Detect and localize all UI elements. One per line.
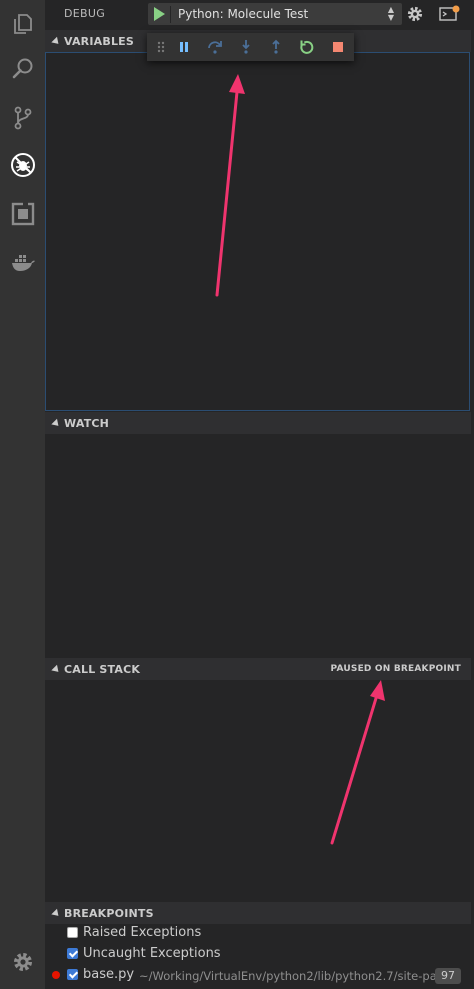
raised-exceptions-checkbox[interactable] xyxy=(67,927,78,938)
debug-title: DEBUG xyxy=(64,7,106,20)
pause-button[interactable] xyxy=(174,37,194,57)
pause-icon xyxy=(180,42,188,52)
files-icon xyxy=(13,14,32,34)
step-out-icon xyxy=(272,39,280,54)
docker-button[interactable] xyxy=(0,239,45,287)
uncaught-exceptions-checkbox[interactable] xyxy=(67,948,78,959)
launch-configuration-select[interactable]: Python: Molecule Test ▲ ▼ xyxy=(148,3,402,25)
breakpoints-title: BREAKPOINTS xyxy=(64,907,154,920)
breakpoints-section-header[interactable]: BREAKPOINTS xyxy=(45,902,471,924)
collapse-chevron-icon xyxy=(51,664,62,675)
breakpoint-file: base.py xyxy=(83,967,135,982)
watch-title: WATCH xyxy=(64,417,110,430)
collapse-chevron-icon xyxy=(51,36,62,47)
step-over-button[interactable] xyxy=(205,37,225,57)
launch-configuration-name: Python: Molecule Test xyxy=(178,7,309,21)
step-out-button[interactable] xyxy=(266,37,286,57)
debug-icon xyxy=(10,153,35,177)
manage-button[interactable] xyxy=(0,938,45,986)
breakpoint-row[interactable]: Uncaught Exceptions xyxy=(45,945,471,966)
step-into-button[interactable] xyxy=(236,37,256,57)
source-control-button[interactable] xyxy=(0,94,45,142)
collapse-chevron-icon xyxy=(51,418,62,429)
select-arrows-icon: ▲ ▼ xyxy=(387,5,394,22)
restart-icon xyxy=(300,40,314,54)
stop-icon xyxy=(333,42,343,52)
call-stack-section-header[interactable]: CALL STACK PAUSED ON BREAKPOINT xyxy=(45,658,471,680)
extensions-icon xyxy=(11,202,34,226)
step-into-icon xyxy=(242,40,250,54)
debug-toolbar xyxy=(147,33,354,61)
breakpoint-label: Raised Exceptions xyxy=(83,925,202,940)
breakpoint-dot-icon xyxy=(52,971,60,979)
gear-icon xyxy=(13,953,32,971)
explorer-button[interactable] xyxy=(0,0,45,48)
step-over-icon xyxy=(208,41,222,54)
search-button[interactable] xyxy=(0,45,45,93)
collapse-chevron-icon xyxy=(51,908,62,919)
base-py-breakpoint-checkbox[interactable] xyxy=(67,969,78,980)
variables-panel[interactable] xyxy=(45,52,470,411)
debug-sidebar: DEBUG Python: Molecule Test ▲ ▼ VARIABLES xyxy=(45,0,474,989)
debug-header: DEBUG Python: Molecule Test ▲ ▼ xyxy=(45,0,474,30)
debug-button[interactable] xyxy=(0,141,45,189)
stop-button[interactable] xyxy=(328,37,348,57)
activity-bar xyxy=(0,0,45,989)
source-control-icon xyxy=(14,106,31,130)
start-debugging-icon[interactable] xyxy=(154,7,165,21)
vscode-window: DEBUG Python: Molecule Test ▲ ▼ VARIABLES xyxy=(0,0,474,989)
call-stack-title: CALL STACK xyxy=(64,663,141,676)
breakpoint-label: Uncaught Exceptions xyxy=(83,946,221,961)
breakpoint-row[interactable]: base.py ~/Working/VirtualEnv/python2/lib… xyxy=(45,966,471,987)
breakpoint-line-badge: 97 xyxy=(435,968,461,984)
drag-handle-icon xyxy=(157,41,165,53)
docker-icon xyxy=(11,255,35,271)
watch-section-header[interactable]: WATCH xyxy=(45,412,471,434)
toolbar-drag-handle[interactable] xyxy=(151,37,171,57)
breakpoint-path: ~/Working/VirtualEnv/python2/lib/python2… xyxy=(139,969,455,983)
extensions-button[interactable] xyxy=(0,190,45,238)
select-divider xyxy=(170,6,171,23)
search-icon xyxy=(12,58,32,79)
debug-console-icon[interactable] xyxy=(439,5,461,23)
paused-status: PAUSED ON BREAKPOINT xyxy=(330,664,461,674)
open-launch-json-gear-icon[interactable] xyxy=(406,5,424,23)
breakpoint-row[interactable]: Raised Exceptions xyxy=(45,924,471,945)
restart-button[interactable] xyxy=(297,37,317,57)
variables-title: VARIABLES xyxy=(64,35,134,48)
